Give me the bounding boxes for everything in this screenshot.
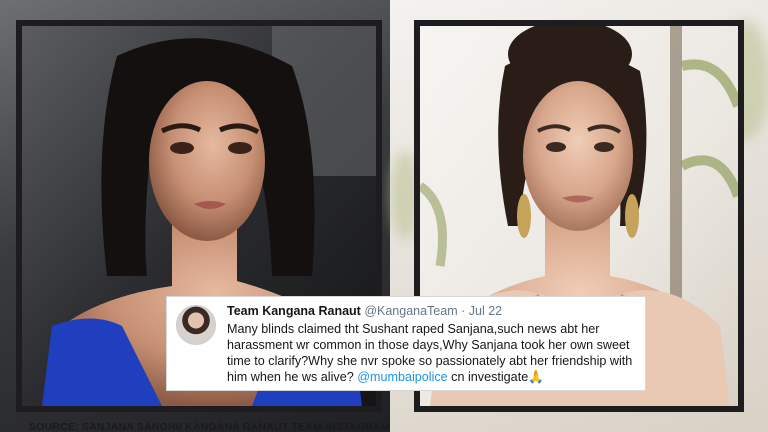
- tweet-card: Team Kangana Ranaut @KanganaTeam · Jul 2…: [166, 296, 646, 391]
- tweet-text-end: cn investigate: [447, 370, 529, 384]
- tweet-text: Many blinds claimed tht Sushant raped Sa…: [227, 321, 635, 385]
- tweet-header: Team Kangana Ranaut @KanganaTeam · Jul 2…: [227, 304, 635, 319]
- profile-avatar: [176, 305, 216, 345]
- tweet-date: Jul 22: [468, 304, 503, 318]
- source-caption: SOURCE: SANJANA SANGHI/ KANGANA RANAUT T…: [29, 421, 390, 432]
- folded-hands-emoji-icon: 🙏: [528, 370, 544, 384]
- tweet-author: Team Kangana Ranaut: [227, 304, 361, 318]
- tweet-handle: @KanganaTeam: [364, 304, 458, 318]
- tweet-mention: @mumbaipolice: [357, 370, 448, 384]
- tweet-separator: ·: [461, 304, 466, 318]
